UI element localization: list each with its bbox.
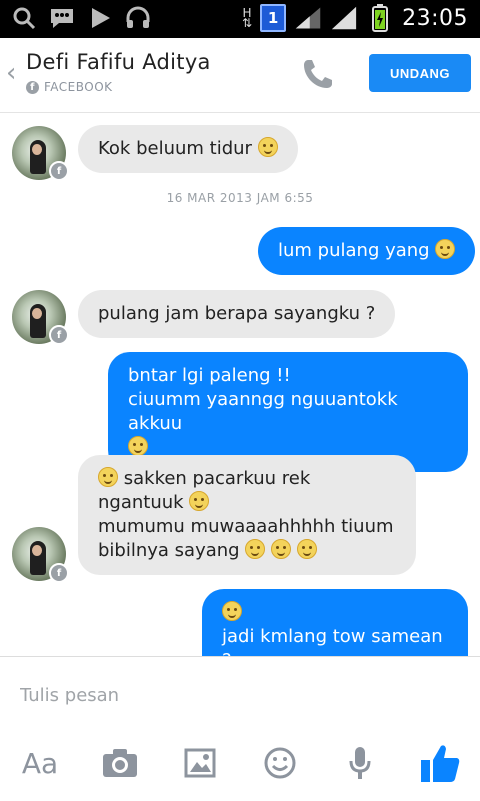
invite-button[interactable]: UNDANG (369, 54, 471, 92)
emoji-picker-icon[interactable] (258, 741, 302, 785)
message-bubble[interactable]: bntar lgi paleng !! ciuumm yaanngg nguua… (108, 352, 468, 472)
message-bubble[interactable]: sakken pacarkuu rek ngantuuk mumumu muwa… (78, 455, 416, 575)
facebook-icon: f (49, 325, 69, 345)
headphones-icon (124, 4, 152, 32)
facebook-icon: f (49, 161, 69, 181)
gallery-icon[interactable] (178, 741, 222, 785)
message-text: jadi kmlang tow samean ? (222, 626, 443, 656)
emoji-icon (98, 467, 118, 487)
message-bubble[interactable]: Kok beluum tidur (78, 125, 298, 173)
emoji-icon (189, 491, 210, 511)
message-list[interactable]: f Kok beluum tidur 16 MAR 2013 JAM 6:55 … (0, 113, 480, 656)
message-text: bibilnya sayang (98, 540, 240, 561)
phone-call-icon[interactable] (300, 56, 336, 92)
emoji-icon (128, 436, 148, 456)
message-text: lum pulang yang (278, 240, 430, 261)
bbm-icon (48, 4, 76, 32)
contact-source: f FACEBOOK (26, 80, 113, 94)
conversation-header: ‹ Defi Fafifu Aditya f FACEBOOK UNDANG (0, 38, 480, 113)
battery-icon (366, 4, 394, 32)
message-timestamp: 16 MAR 2013 JAM 6:55 (166, 191, 314, 205)
contact-source-label: FACEBOOK (44, 80, 113, 94)
emoji-icon (271, 539, 292, 559)
message-text: Kok beluum tidur (98, 138, 252, 159)
clock: 23:05 (402, 5, 468, 31)
composer-toolbar: Aa (0, 741, 480, 793)
text-format-button[interactable]: Aa (18, 741, 62, 785)
signal-icon (294, 4, 322, 32)
facebook-icon: f (26, 80, 39, 94)
facebook-icon: f (49, 563, 69, 583)
network-type-indicator: H ⇅ (242, 6, 253, 30)
composer: Aa (0, 656, 480, 801)
emoji-icon (245, 539, 266, 559)
message-text: ciuumm yaanngg nguuantokk akkuu (128, 389, 398, 434)
message-text: ngantuuk (98, 492, 184, 513)
search-icon (10, 4, 38, 32)
sim-badge: 1 (260, 4, 287, 32)
chevron-left-icon[interactable]: ‹ (6, 58, 16, 88)
message-input[interactable] (18, 677, 462, 713)
emoji-icon (257, 137, 278, 157)
emoji-icon (296, 539, 317, 559)
contact-name[interactable]: Defi Fafifu Aditya (26, 50, 211, 74)
microphone-icon[interactable] (338, 741, 382, 785)
play-icon (86, 4, 114, 32)
message-text: sakken pacarkuu rek (123, 468, 311, 489)
signal-icon-2 (330, 4, 358, 32)
message-text: bntar lgi paleng !! (128, 365, 291, 386)
status-bar: H ⇅ 1 23:05 (0, 0, 480, 38)
message-text: pulang jam berapa sayangku ? (98, 303, 376, 324)
message-bubble[interactable]: jadi kmlang tow samean ? (202, 589, 468, 656)
like-thumb-icon[interactable] (418, 741, 462, 785)
message-text: mumumu muwaaaahhhhh tiuum (98, 516, 394, 537)
emoji-icon (222, 601, 242, 621)
message-bubble[interactable]: pulang jam berapa sayangku ? (78, 290, 396, 338)
camera-icon[interactable] (98, 741, 142, 785)
emoji-icon (435, 239, 456, 259)
message-bubble[interactable]: lum pulang yang (258, 227, 476, 275)
